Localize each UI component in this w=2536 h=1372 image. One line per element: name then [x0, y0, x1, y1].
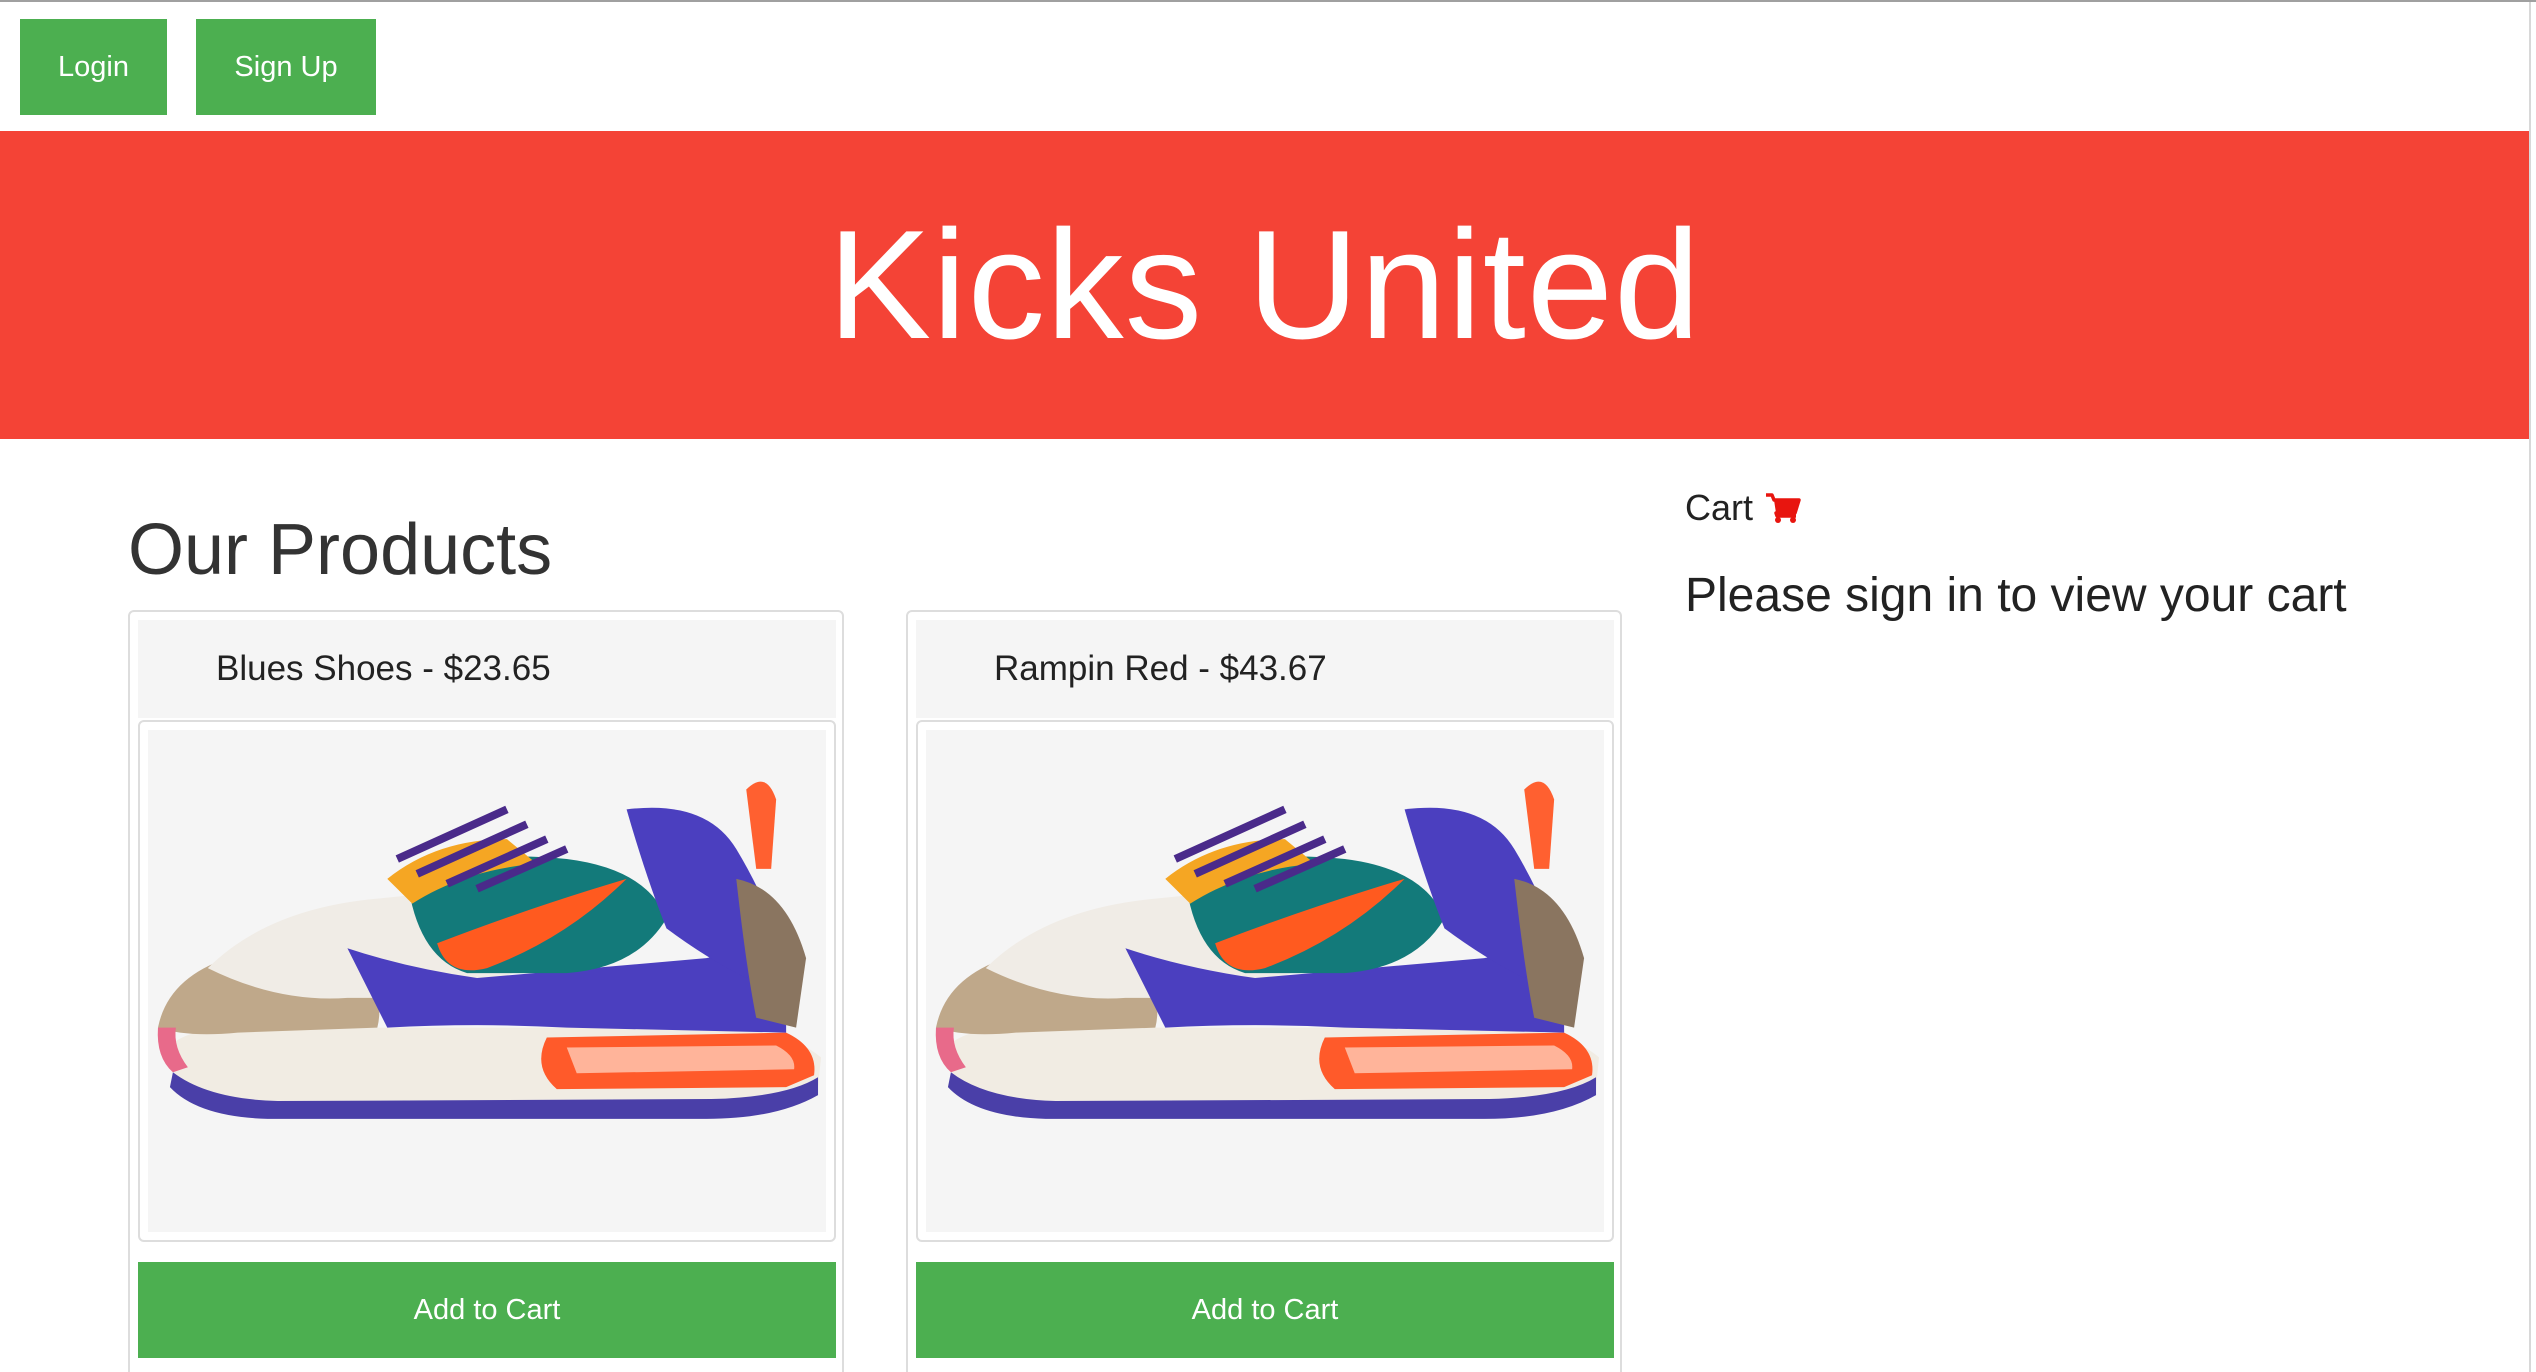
product-image-frame: [138, 720, 836, 1242]
product-card: Rampin Red - $43.67 Add to Cart: [906, 610, 1622, 1372]
products-heading: Our Products: [128, 510, 553, 590]
product-card: Blues Shoes - $23.65 Add to Cart: [128, 610, 844, 1372]
product-title: Rampin Red - $43.67: [916, 620, 1614, 718]
sneaker-image: [148, 730, 826, 1232]
sneaker-image: [926, 730, 1604, 1232]
cart-message: Please sign in to view your cart: [1685, 569, 2347, 622]
product-title: Blues Shoes - $23.65: [138, 620, 836, 718]
site-title: Kicks United: [827, 198, 1702, 371]
site-banner: Kicks United: [0, 131, 2529, 439]
add-to-cart-button[interactable]: Add to Cart: [916, 1262, 1614, 1358]
login-button[interactable]: Login: [20, 19, 167, 115]
cart-label: Cart: [1685, 487, 1754, 528]
add-to-cart-button[interactable]: Add to Cart: [138, 1262, 836, 1358]
page: Login Sign Up Kicks United Our Products …: [0, 0, 2536, 1372]
scrollbar-edge: [2529, 2, 2531, 1372]
shopping-cart-icon[interactable]: [1765, 492, 1801, 524]
product-image-frame: [916, 720, 1614, 1242]
signup-button[interactable]: Sign Up: [196, 19, 376, 115]
cart-header[interactable]: Cart: [1685, 487, 1801, 529]
